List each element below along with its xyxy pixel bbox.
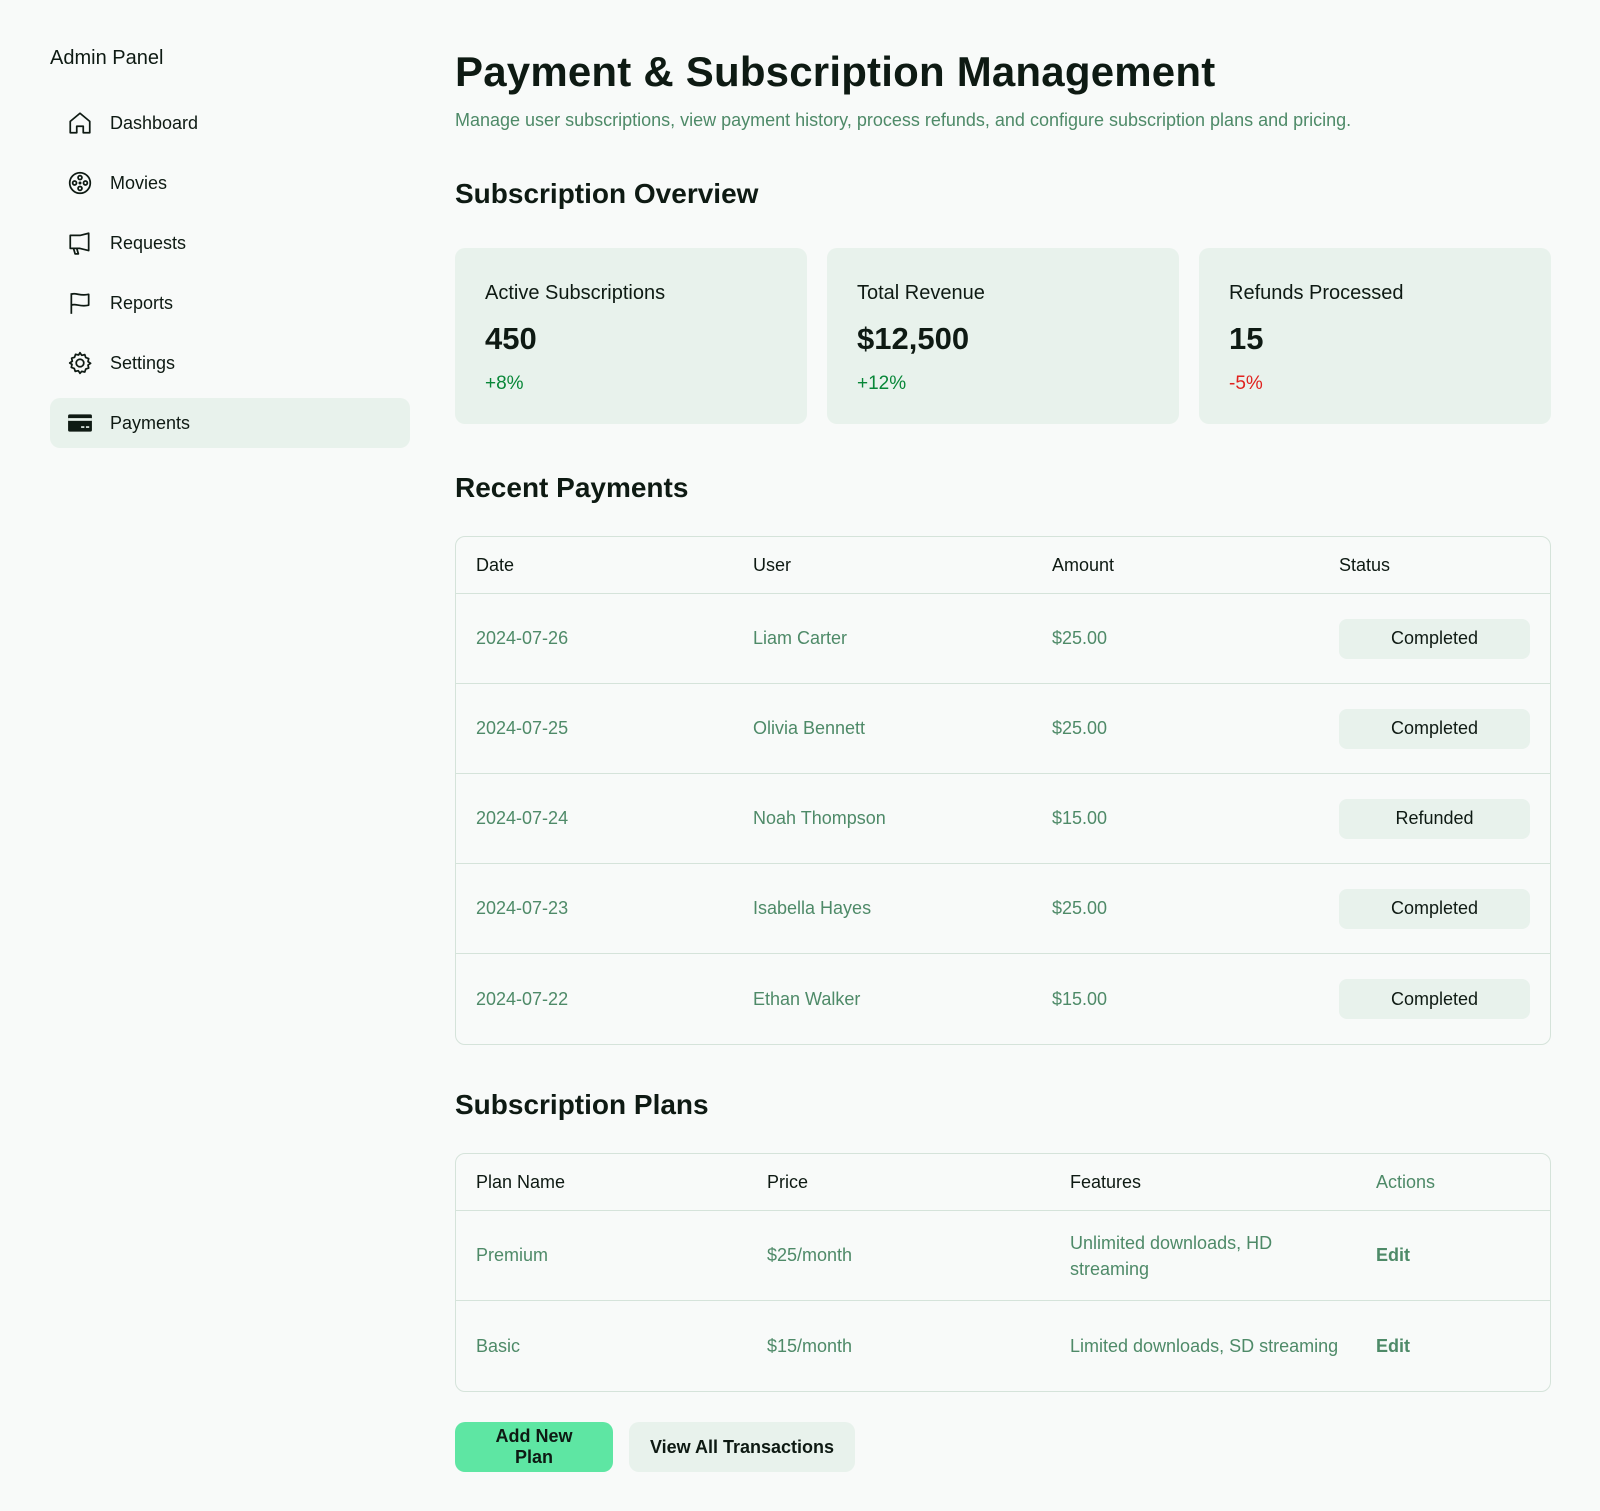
plan-price: $15/month bbox=[767, 1335, 853, 1356]
plan-name: Premium bbox=[476, 1245, 549, 1265]
sidebar-item-dashboard[interactable]: Dashboard bbox=[50, 98, 410, 148]
sidebar-item-settings[interactable]: Settings bbox=[50, 338, 410, 388]
stat-change: +8% bbox=[485, 373, 524, 394]
view-all-transactions-button[interactable]: View All Transactions bbox=[629, 1422, 855, 1472]
sidebar-item-label: Dashboard bbox=[110, 112, 199, 133]
stat-value: $12,500 bbox=[857, 321, 970, 356]
payment-user: Liam Carter bbox=[753, 628, 848, 648]
section-title-plans: Subscription Plans bbox=[455, 1089, 709, 1120]
edit-plan-button[interactable]: Edit bbox=[1376, 1336, 1410, 1356]
column-header-amount[interactable]: Amount bbox=[1032, 555, 1319, 576]
column-header-actions: Actions bbox=[1376, 1171, 1436, 1192]
table-row[interactable]: 2024-07-25 Olivia Bennett $25.00 Complet… bbox=[456, 684, 1550, 774]
flag-icon bbox=[66, 289, 94, 317]
status-badge: Completed bbox=[1339, 708, 1530, 749]
table-row: Premium $25/month Unlimited downloads, H… bbox=[456, 1211, 1550, 1301]
megaphone-icon bbox=[66, 229, 94, 257]
status-badge: Completed bbox=[1339, 888, 1530, 929]
payment-user: Ethan Walker bbox=[753, 988, 861, 1009]
main-content: Payment & Subscription Management Manage… bbox=[455, 44, 1551, 1472]
table-row[interactable]: 2024-07-23 Isabella Hayes $25.00 Complet… bbox=[456, 864, 1550, 954]
stat-label: Active Subscriptions bbox=[485, 282, 666, 304]
payment-user: Isabella Hayes bbox=[753, 898, 872, 918]
table-row[interactable]: 2024-07-22 Ethan Walker $15.00 Completed bbox=[456, 954, 1550, 1044]
stat-label: Total Revenue bbox=[857, 282, 985, 304]
payment-date: 2024-07-25 bbox=[476, 718, 569, 738]
table-header: Date User Amount Status bbox=[456, 537, 1550, 594]
add-new-plan-button[interactable]: Add New Plan bbox=[455, 1422, 613, 1472]
sidebar-item-movies[interactable]: Movies bbox=[50, 158, 410, 208]
table-header: Plan Name Price Features Actions bbox=[456, 1154, 1550, 1211]
house-icon bbox=[66, 109, 94, 137]
overview-cards: Active Subscriptions 450 +8% Total Reven… bbox=[455, 248, 1551, 424]
status-badge: Refunded bbox=[1339, 798, 1530, 839]
action-buttons: Add New Plan View All Transactions bbox=[455, 1422, 1551, 1472]
stat-card-refunds-processed: Refunds Processed 15 -5% bbox=[1199, 248, 1551, 424]
status-badge: Completed bbox=[1339, 979, 1530, 1019]
sidebar-title: Admin Panel bbox=[50, 47, 164, 69]
sidebar-item-payments[interactable]: Payments bbox=[50, 398, 410, 448]
sidebar-item-reports[interactable]: Reports bbox=[50, 278, 410, 328]
payment-date: 2024-07-24 bbox=[476, 808, 569, 828]
stat-change: -5% bbox=[1229, 373, 1263, 394]
payment-amount: $25.00 bbox=[1052, 628, 1108, 648]
payment-amount: $15.00 bbox=[1052, 808, 1108, 828]
table-row[interactable]: 2024-07-24 Noah Thompson $15.00 Refunded bbox=[456, 774, 1550, 864]
plan-name: Basic bbox=[476, 1335, 521, 1356]
stat-change: +12% bbox=[857, 373, 907, 394]
plan-price: $25/month bbox=[767, 1245, 853, 1265]
column-header-user[interactable]: User bbox=[733, 555, 1032, 576]
payment-user: Noah Thompson bbox=[753, 808, 886, 828]
plans-table: Plan Name Price Features Actions Premium… bbox=[455, 1153, 1551, 1392]
column-header-date[interactable]: Date bbox=[456, 555, 733, 576]
stat-value: 450 bbox=[485, 321, 537, 356]
gear-icon bbox=[66, 349, 94, 377]
page-subtitle: Manage user subscriptions, view payment … bbox=[455, 110, 1352, 130]
payment-amount: $25.00 bbox=[1052, 718, 1108, 738]
payment-date: 2024-07-22 bbox=[476, 988, 569, 1009]
film-reel-icon bbox=[66, 169, 94, 197]
section-title-payments: Recent Payments bbox=[455, 472, 689, 503]
sidebar-item-requests[interactable]: Requests bbox=[50, 218, 410, 268]
sidebar-item-label: Requests bbox=[110, 232, 187, 253]
plan-features: Limited downloads, SD streaming bbox=[1070, 1336, 1339, 1356]
payments-table: Date User Amount Status 2024-07-26 Liam … bbox=[455, 536, 1551, 1045]
payment-amount: $25.00 bbox=[1052, 898, 1108, 918]
table-row[interactable]: 2024-07-26 Liam Carter $25.00 Completed bbox=[456, 594, 1550, 684]
stat-card-active-subscriptions: Active Subscriptions 450 +8% bbox=[455, 248, 807, 424]
payment-amount: $15.00 bbox=[1052, 988, 1108, 1009]
column-header-price[interactable]: Price bbox=[747, 1172, 1050, 1193]
payment-date: 2024-07-23 bbox=[476, 898, 569, 918]
stat-label: Refunds Processed bbox=[1229, 282, 1404, 304]
credit-card-icon bbox=[66, 409, 94, 437]
page-title: Payment & Subscription Management bbox=[455, 48, 1216, 95]
edit-plan-button[interactable]: Edit bbox=[1376, 1245, 1410, 1265]
sidebar-item-label: Payments bbox=[110, 412, 191, 433]
sidebar-item-label: Movies bbox=[110, 172, 168, 193]
sidebar-item-label: Settings bbox=[110, 352, 176, 373]
sidebar-item-label: Reports bbox=[110, 292, 174, 313]
column-header-plan-name[interactable]: Plan Name bbox=[456, 1172, 747, 1193]
plan-features: Unlimited downloads, HD streaming bbox=[1070, 1232, 1273, 1279]
table-row: Basic $15/month Limited downloads, SD st… bbox=[456, 1301, 1550, 1391]
section-title-overview: Subscription Overview bbox=[455, 178, 759, 209]
stat-value: 15 bbox=[1229, 321, 1264, 356]
sidebar: Admin Panel Dashboard Movies Requests Re… bbox=[50, 44, 410, 458]
column-header-features[interactable]: Features bbox=[1050, 1172, 1356, 1193]
stat-card-total-revenue: Total Revenue $12,500 +12% bbox=[827, 248, 1179, 424]
payment-date: 2024-07-26 bbox=[476, 628, 569, 648]
payment-user: Olivia Bennett bbox=[753, 718, 866, 738]
status-badge: Completed bbox=[1339, 618, 1530, 659]
column-header-status[interactable]: Status bbox=[1319, 555, 1550, 576]
